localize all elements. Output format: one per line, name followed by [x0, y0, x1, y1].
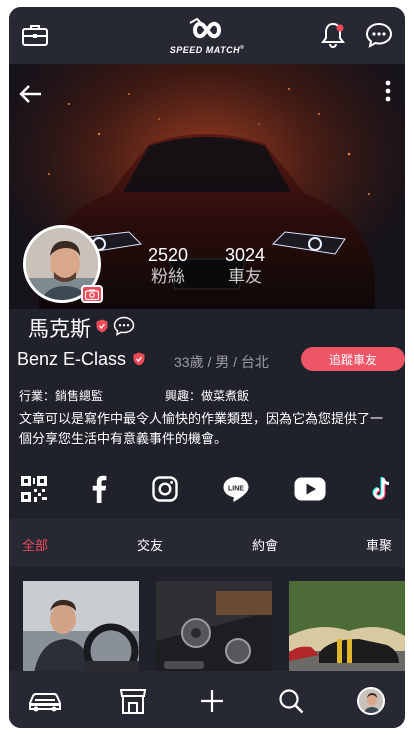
occupation: 行業：銷售總監	[19, 389, 104, 403]
demographics: 33歲 / 男 / 台北	[174, 354, 269, 370]
camera-badge-icon[interactable]	[81, 285, 103, 303]
tab-all[interactable]: 全部	[22, 535, 48, 554]
facebook-icon[interactable]	[79, 471, 119, 507]
followers-label: 粉絲	[151, 267, 186, 286]
bio-text: 文章可以是寫作中最令人愉快的作業類型，因為它為您提供了一個分享您生活中有意義事件…	[19, 411, 384, 446]
bottom-nav	[9, 671, 405, 728]
line-icon[interactable]: LINE	[216, 471, 256, 507]
shop-icon[interactable]	[113, 685, 153, 717]
tab-dating-friends[interactable]: 交友	[137, 535, 163, 554]
app-screen: SPEED MATCH® 2520 粉絲 3024 車友 馬克斯 Benz E-…	[9, 7, 405, 728]
car-verified-shield-icon	[133, 352, 145, 371]
verified-shield-icon	[96, 319, 108, 338]
instagram-icon[interactable]	[145, 471, 185, 507]
tab-dates[interactable]: 約會	[252, 535, 278, 554]
post-grid	[9, 567, 405, 681]
followers-count: 2520	[148, 245, 189, 265]
post-thumbnail[interactable]	[156, 581, 272, 681]
notification-bell-icon[interactable]	[317, 19, 349, 51]
profile-name: 馬克斯	[28, 318, 91, 341]
youtube-icon[interactable]	[290, 471, 330, 507]
category-tabs: 全部 交友 約會 車聚	[9, 519, 405, 567]
interest: 興趣：做菜煮飯	[165, 389, 250, 403]
followers-stat[interactable]: 2520 粉絲	[148, 245, 188, 287]
back-arrow-icon[interactable]	[19, 84, 43, 109]
svg-text:LINE: LINE	[228, 486, 244, 493]
top-bar: SPEED MATCH®	[9, 7, 405, 64]
post-thumbnail[interactable]	[23, 581, 139, 681]
carfriends-count: 3024	[225, 245, 266, 265]
brand-logo: SPEED MATCH®	[149, 13, 265, 59]
brand-wordmark: SPEED MATCH®	[169, 45, 245, 55]
car-row: Benz E-Class 33歲 / 男 / 台北 追蹤車友	[17, 347, 405, 373]
infinity-logo-icon	[189, 17, 222, 39]
qrcode-icon[interactable]	[14, 471, 54, 507]
car-model: Benz E-Class	[17, 349, 127, 369]
carfriends-stat[interactable]: 3024 車友	[225, 245, 265, 287]
briefcase-icon[interactable]	[19, 19, 51, 51]
tab-car-meetups[interactable]: 車聚	[366, 535, 392, 554]
plus-icon[interactable]	[192, 685, 232, 717]
post-thumbnail[interactable]	[289, 581, 405, 681]
profile-avatar[interactable]	[351, 685, 391, 717]
car-icon[interactable]	[25, 685, 65, 717]
more-options-icon[interactable]	[385, 80, 391, 107]
tiktok-icon[interactable]	[363, 471, 403, 507]
follow-button[interactable]: 追蹤車友	[301, 347, 405, 371]
chat-icon[interactable]	[363, 19, 395, 51]
search-icon[interactable]	[271, 685, 311, 717]
social-links: LINE	[9, 467, 405, 515]
message-user-icon[interactable]	[113, 316, 135, 341]
name-row: 馬克斯	[28, 313, 135, 343]
carfriends-label: 車友	[228, 267, 263, 286]
